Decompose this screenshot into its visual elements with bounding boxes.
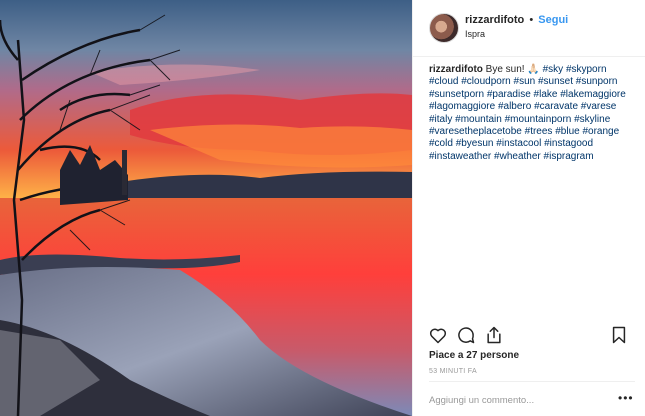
caption-text: Bye sun! 🙏🏻 bbox=[482, 64, 540, 75]
caption-username[interactable]: rizzardifoto bbox=[429, 64, 483, 75]
divider bbox=[429, 381, 635, 382]
share-icon[interactable] bbox=[484, 325, 504, 345]
hashtag-link[interactable]: #trees bbox=[525, 126, 553, 137]
hashtag-link[interactable]: #wheather bbox=[494, 151, 541, 162]
post-header: rizzardifoto • Segui Ispra bbox=[413, 0, 645, 57]
hashtag-link[interactable]: #sunporn bbox=[576, 76, 618, 87]
hashtag-link[interactable]: #skyline bbox=[574, 114, 610, 125]
hashtag-link[interactable]: #instagood bbox=[544, 138, 593, 149]
hashtag-link[interactable]: #italy bbox=[429, 114, 452, 125]
post-sidebar: rizzardifoto • Segui Ispra rizzardifoto … bbox=[412, 0, 645, 416]
hashtag-link[interactable]: #orange bbox=[582, 126, 619, 137]
hashtag-list: #sky #skyporn #cloud #cloudporn #sun #su… bbox=[429, 64, 626, 162]
post-photo[interactable] bbox=[0, 0, 412, 416]
hashtag-link[interactable]: #paradise bbox=[487, 89, 531, 100]
hashtag-link[interactable]: #blue bbox=[555, 126, 579, 137]
hashtag-link[interactable]: #skyporn bbox=[566, 64, 607, 75]
bookmark-icon[interactable] bbox=[609, 325, 629, 345]
hashtag-link[interactable]: #sunsetporn bbox=[429, 89, 484, 100]
more-options-button[interactable]: ••• bbox=[618, 391, 634, 405]
caption: rizzardifoto Bye sun! 🙏🏻 #sky #skyporn #… bbox=[429, 64, 635, 163]
hashtag-link[interactable]: #albero bbox=[498, 101, 531, 112]
comment-icon[interactable] bbox=[456, 325, 476, 345]
sunset-lake-image bbox=[0, 0, 412, 416]
hashtag-link[interactable]: #sun bbox=[514, 76, 536, 87]
comment-input[interactable] bbox=[429, 392, 599, 408]
heart-icon[interactable] bbox=[428, 325, 448, 345]
separator-dot: • bbox=[529, 14, 534, 26]
hashtag-link[interactable]: #mountain bbox=[455, 114, 502, 125]
hashtag-link[interactable]: #lake bbox=[534, 89, 558, 100]
hashtag-link[interactable]: #mountainporn bbox=[505, 114, 572, 125]
action-bar bbox=[413, 322, 645, 346]
location-link[interactable]: Ispra bbox=[465, 29, 485, 39]
avatar[interactable] bbox=[429, 13, 459, 43]
hashtag-link[interactable]: #lagomaggiore bbox=[429, 101, 495, 112]
likes-count[interactable]: Piace a 27 persone bbox=[429, 350, 519, 361]
instagram-post: rizzardifoto • Segui Ispra rizzardifoto … bbox=[0, 0, 645, 416]
user-row: rizzardifoto • Segui bbox=[465, 14, 568, 26]
username-link[interactable]: rizzardifoto bbox=[465, 14, 524, 26]
hashtag-link[interactable]: #varese bbox=[581, 101, 617, 112]
hashtag-link[interactable]: #instacool bbox=[496, 138, 541, 149]
hashtag-link[interactable]: #instaweather bbox=[429, 151, 491, 162]
hashtag-link[interactable]: #varesetheplacetobe bbox=[429, 126, 522, 137]
hashtag-link[interactable]: #ispragram bbox=[544, 151, 594, 162]
hashtag-link[interactable]: #caravate bbox=[534, 101, 578, 112]
hashtag-link[interactable]: #sunset bbox=[538, 76, 573, 87]
hashtag-link[interactable]: #sky bbox=[543, 64, 564, 75]
hashtag-link[interactable]: #cold bbox=[429, 138, 453, 149]
post-timestamp[interactable]: 53 MINUTI FA bbox=[429, 368, 477, 375]
hashtag-link[interactable]: #byesun bbox=[456, 138, 494, 149]
follow-button[interactable]: Segui bbox=[538, 14, 568, 26]
hashtag-link[interactable]: #cloud bbox=[429, 76, 458, 87]
hashtag-link[interactable]: #lakemaggiore bbox=[560, 89, 626, 100]
hashtag-link[interactable]: #cloudporn bbox=[461, 76, 510, 87]
